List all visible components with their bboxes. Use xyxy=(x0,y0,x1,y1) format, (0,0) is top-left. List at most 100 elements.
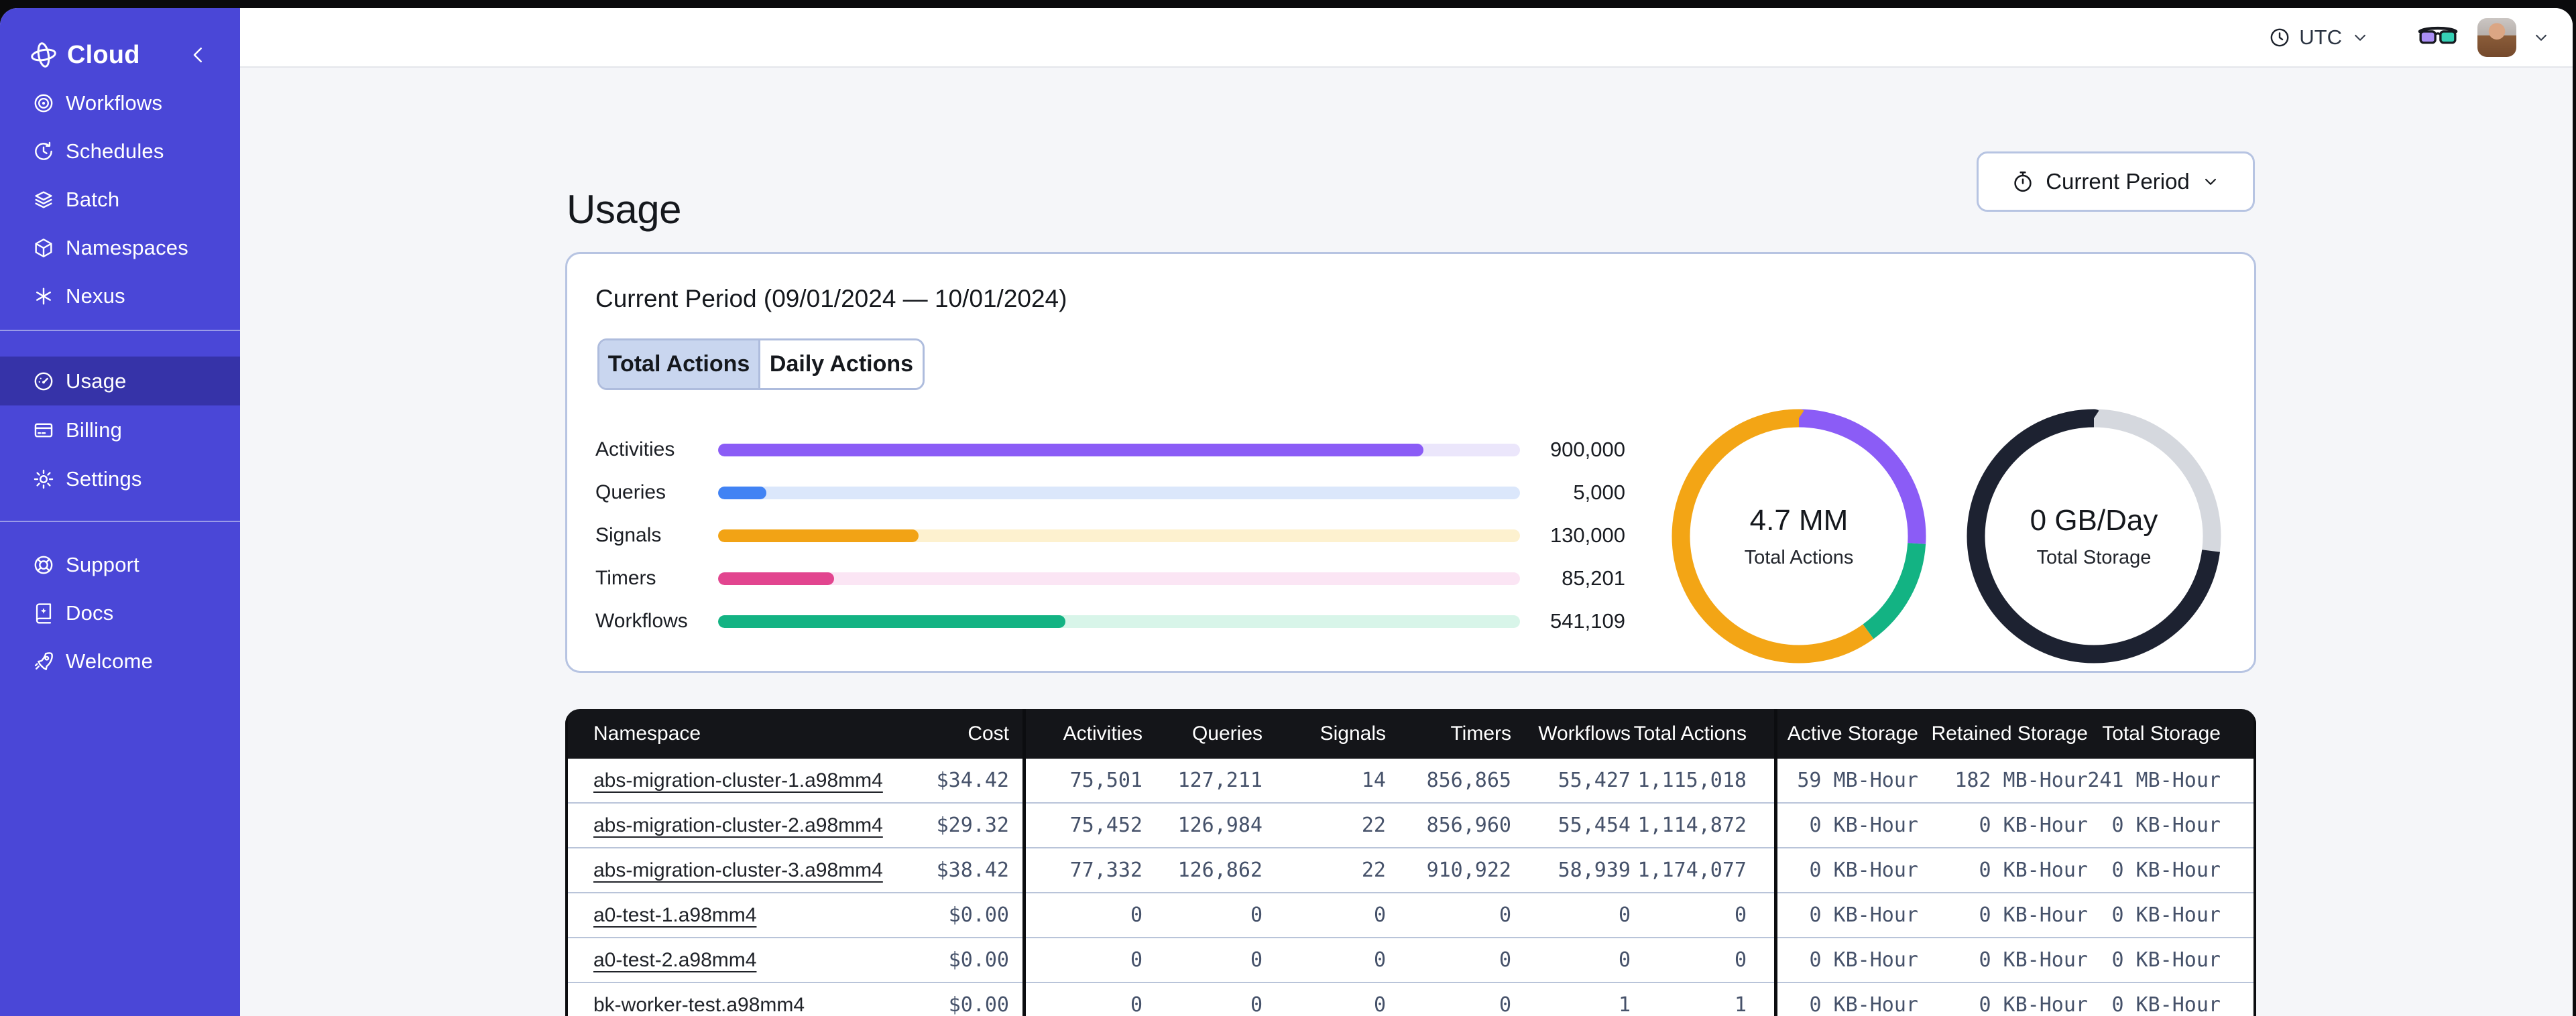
cell-timers: 0 xyxy=(1499,948,1511,972)
sidebar-item-schedules[interactable]: Schedules xyxy=(0,127,240,176)
sidebar-item-label: Settings xyxy=(66,466,142,491)
glasses-icon[interactable] xyxy=(2417,24,2459,51)
column-header-retained-storage: Retained Storage xyxy=(1931,722,2089,745)
sidebar-item-label: Support xyxy=(66,553,139,576)
bar-value: 900,000 xyxy=(1549,438,1625,461)
chevron-left-icon[interactable] xyxy=(186,43,211,67)
sidebar-item-support[interactable]: Support xyxy=(0,541,240,589)
schedules-icon xyxy=(32,140,55,163)
column-header-workflows: Workflows xyxy=(1538,722,1631,745)
avatar[interactable] xyxy=(2477,17,2516,57)
cell-workflows: 55,427 xyxy=(1558,769,1631,792)
cell-cost: $34.42 xyxy=(936,769,1009,792)
workflows-icon xyxy=(32,92,55,115)
sidebar-item-nexus[interactable]: Nexus xyxy=(0,272,240,320)
table-row: abs-migration-cluster-1.a98mm4 $34.42 75,5… xyxy=(565,759,2256,802)
cell-active-storage: 0 KB-Hour xyxy=(1809,948,1918,972)
sidebar-item-settings[interactable]: Settings xyxy=(0,454,240,503)
sidebar-item-namespaces[interactable]: Namespaces xyxy=(0,224,240,272)
cell-activities: 75,501 xyxy=(1069,769,1143,792)
cell-queries: 126,862 xyxy=(1177,859,1263,882)
sidebar-item-workflows[interactable]: Workflows xyxy=(0,79,240,127)
cell-activities: 0 xyxy=(1130,993,1143,1016)
chevron-down-icon xyxy=(2350,27,2370,48)
cell-total-actions: 1 xyxy=(1734,993,1747,1016)
bar-value: 85,201 xyxy=(1562,566,1625,590)
table-right-border xyxy=(2253,709,2256,1016)
sidebar-item-docs[interactable]: Docs xyxy=(0,589,240,637)
nexus-icon xyxy=(32,285,55,308)
sidebar-item-label: Batch xyxy=(66,188,120,211)
cell-retained-storage: 182 MB-Hour xyxy=(1954,769,2088,792)
cell-retained-storage: 0 KB-Hour xyxy=(1979,814,2088,837)
bar-label: Signals xyxy=(595,524,662,546)
sidebar-item-usage[interactable]: Usage xyxy=(0,357,240,405)
cell-signals: 0 xyxy=(1373,903,1386,927)
bar-row-activities: Activities 900,000 xyxy=(595,438,1625,461)
usage-summary-card: Current Period (09/01/2024 — 10/01/2024)… xyxy=(565,252,2256,673)
donut-value: 0 GB/Day xyxy=(2030,503,2158,537)
brand-row: Cloud xyxy=(0,34,240,76)
bar-track xyxy=(718,529,1520,542)
cell-active-storage: 0 KB-Hour xyxy=(1809,903,1918,927)
bar-label: Queries xyxy=(595,481,666,503)
clock-icon xyxy=(2268,26,2291,49)
cell-signals: 0 xyxy=(1373,993,1386,1016)
sidebar-divider xyxy=(0,330,240,331)
sidebar-item-label: Usage xyxy=(66,369,127,393)
timezone-selector[interactable]: UTC xyxy=(2268,25,2370,50)
bar-row-timers: Timers 85,201 xyxy=(595,566,1625,590)
cell-signals: 22 xyxy=(1361,859,1386,882)
timezone-label: UTC xyxy=(2299,25,2342,49)
usage-icon xyxy=(32,370,55,393)
cell-retained-storage: 0 KB-Hour xyxy=(1979,948,2088,972)
bar-row-workflows: Workflows 541,109 xyxy=(595,609,1625,633)
bar-label: Activities xyxy=(595,438,675,460)
bar-value: 130,000 xyxy=(1549,523,1625,547)
cell-total-storage: 0 KB-Hour xyxy=(2111,948,2221,972)
temporal-logo-icon xyxy=(30,41,58,69)
namespace-link[interactable]: a0-test-2.a98mm4 xyxy=(593,949,756,971)
cell-retained-storage: 0 KB-Hour xyxy=(1979,903,2088,927)
namespace-usage-table: Namespace Cost Activities Queries Signals Tim… xyxy=(565,709,2256,1016)
welcome-icon xyxy=(32,650,55,673)
cell-activities: 77,332 xyxy=(1069,859,1143,882)
tab-total-actions[interactable]: Total Actions xyxy=(599,340,760,388)
table-row: abs-migration-cluster-3.a98mm4 $38.42 77,3… xyxy=(565,847,2256,892)
support-icon xyxy=(32,554,55,576)
cell-workflows: 55,454 xyxy=(1558,814,1631,837)
period-select-button[interactable]: Current Period xyxy=(1977,151,2255,212)
docs-icon xyxy=(32,602,55,625)
bar-fill xyxy=(718,572,835,585)
tab-daily-actions[interactable]: Daily Actions xyxy=(760,340,923,388)
namespaces-icon xyxy=(32,237,55,259)
cell-total-storage: 0 KB-Hour xyxy=(2111,993,2221,1016)
sidebar-item-label: Schedules xyxy=(66,139,164,163)
namespace-link[interactable]: a0-test-1.a98mm4 xyxy=(593,904,756,926)
table-body: abs-migration-cluster-1.a98mm4 $34.42 75,5… xyxy=(565,759,2256,1016)
cell-activities: 0 xyxy=(1130,903,1143,927)
cell-cost: $0.00 xyxy=(948,903,1009,927)
bar-value: 541,109 xyxy=(1549,609,1625,633)
column-separator xyxy=(1022,709,1026,1016)
cell-active-storage: 0 KB-Hour xyxy=(1809,814,1918,837)
chevron-down-icon[interactable] xyxy=(2531,27,2551,48)
sidebar-item-billing[interactable]: Billing xyxy=(0,405,240,454)
table-header-row: Namespace Cost Activities Queries Signals Tim… xyxy=(565,709,2256,759)
cell-cost: $0.00 xyxy=(948,993,1009,1016)
table-row: a0-test-2.a98mm4 $0.00 0 0 0 0 0 0 0 KB-Hour 0 KB… xyxy=(565,937,2256,982)
namespace-cell: abs-migration-cluster-2.a98mm4 xyxy=(565,814,883,837)
topbar: UTC xyxy=(240,8,2573,68)
donut-label: Total Actions xyxy=(1744,546,1854,568)
table-row: a0-test-1.a98mm4 $0.00 0 0 0 0 0 0 0 KB-Hour 0 KB… xyxy=(565,892,2256,937)
total-actions-donut: 4.7 MM Total Actions xyxy=(1672,409,1926,663)
batch-icon xyxy=(32,188,55,211)
cell-cost: $29.32 xyxy=(936,814,1009,837)
sidebar-item-welcome[interactable]: Welcome xyxy=(0,637,240,686)
sidebar-item-label: Namespaces xyxy=(66,236,188,259)
bar-track xyxy=(718,443,1520,456)
sidebar-group-help: Support Docs Welcome xyxy=(0,541,240,686)
main-content: Usage Current Period Current Period (09/… xyxy=(240,68,2573,1016)
sidebar-item-batch[interactable]: Batch xyxy=(0,176,240,224)
cell-activities: 75,452 xyxy=(1069,814,1143,837)
